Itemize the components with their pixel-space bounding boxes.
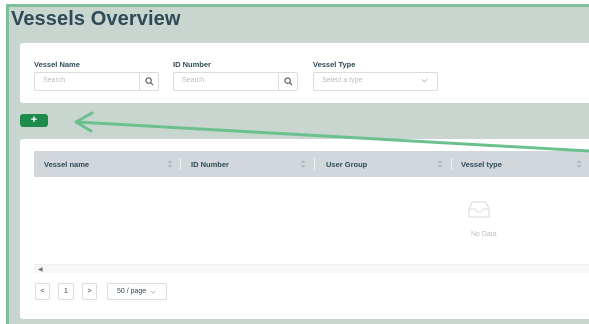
sort-icon[interactable] — [167, 159, 173, 169]
search-icon — [283, 77, 292, 86]
sort-icon[interactable] — [300, 159, 306, 169]
column-divider — [180, 158, 181, 170]
scroll-left-arrow[interactable]: ◀ — [38, 266, 43, 273]
vessel-name-placeholder: Search — [43, 77, 66, 84]
id-number-search-button[interactable] — [278, 73, 297, 90]
vessel-type-placeholder: Select a type — [322, 77, 363, 84]
search-icon — [144, 77, 153, 86]
vessel-type-label: Vessel Type — [313, 60, 356, 69]
column-header-id-number[interactable]: ID Number — [191, 160, 229, 169]
chevron-down-icon — [421, 78, 428, 83]
column-divider — [451, 158, 452, 170]
vessels-table-panel: Vessel name ID Number User Group Vessel … — [20, 139, 589, 319]
vessel-name-search-button[interactable] — [139, 73, 158, 90]
page-size-select[interactable]: 50 / page — [107, 283, 167, 300]
page-size-label: 50 / page — [117, 288, 147, 295]
sort-icon[interactable] — [437, 159, 443, 169]
pagination-next-button[interactable]: > — [82, 283, 97, 300]
id-number-search-input[interactable]: Search — [173, 72, 298, 91]
page-title: Vessels Overview — [11, 8, 181, 30]
empty-inbox-icon — [468, 201, 490, 218]
pagination-page-1[interactable]: 1 — [58, 283, 74, 300]
pagination-prev-button[interactable]: < — [35, 283, 50, 300]
add-vessel-button[interactable]: + — [20, 114, 48, 127]
id-number-placeholder: Search — [182, 77, 205, 84]
column-divider — [314, 158, 315, 170]
column-header-vessel-name[interactable]: Vessel name — [44, 160, 89, 169]
table-header: Vessel name ID Number User Group Vessel … — [34, 151, 589, 177]
chevron-down-icon — [150, 290, 156, 294]
vessel-name-search-input[interactable]: Search — [34, 72, 159, 91]
horizontal-scrollbar[interactable]: ◀ — [34, 264, 589, 273]
vessel-type-select[interactable]: Select a type — [313, 72, 438, 91]
filter-panel: Vessel Name Search ID Number Search Vess… — [20, 43, 589, 103]
sort-icon[interactable] — [576, 159, 582, 169]
column-header-vessel-type[interactable]: Vessel type — [461, 160, 502, 169]
id-number-label: ID Number — [173, 60, 211, 69]
vessel-name-label: Vessel Name — [34, 60, 80, 69]
empty-state-text: No Data — [471, 231, 497, 238]
column-header-user-group[interactable]: User Group — [326, 160, 367, 169]
